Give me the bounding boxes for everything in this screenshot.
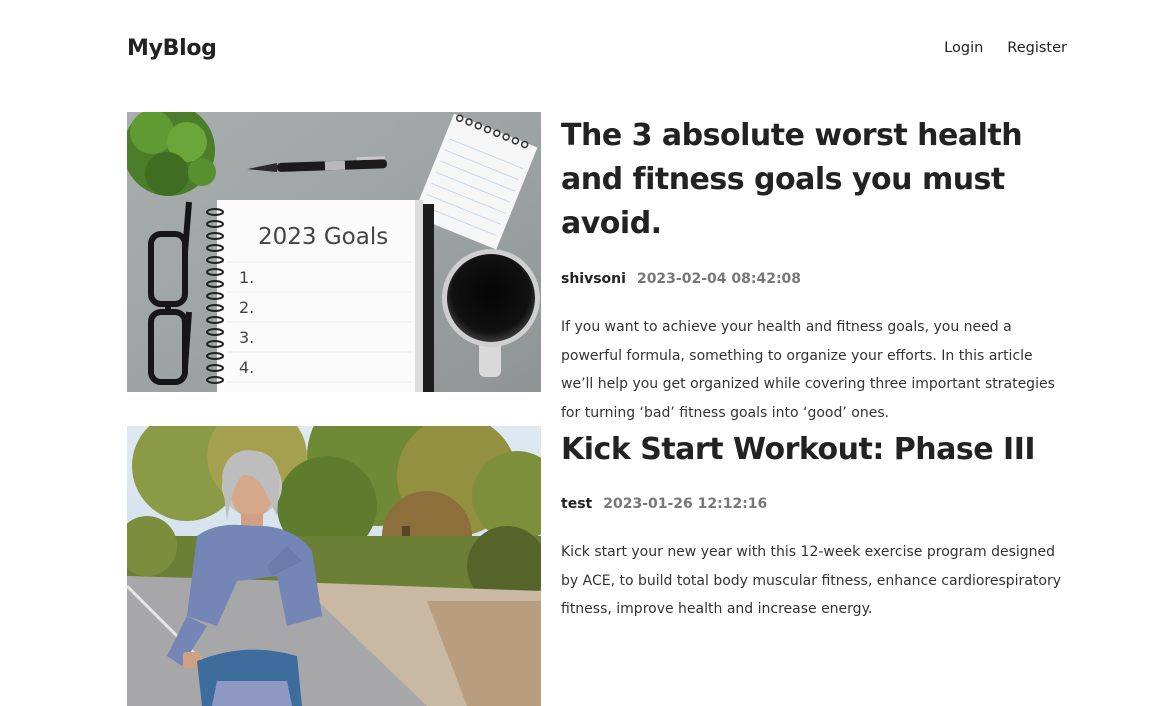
post-title[interactable]: Kick Start Workout: Phase III xyxy=(561,428,1067,472)
runner-photo-image xyxy=(127,426,541,706)
plant-shape xyxy=(127,112,216,196)
register-link[interactable]: Register xyxy=(1007,40,1067,56)
post-meta: test 2023-01-26 12:12:16 xyxy=(561,496,1067,512)
list-number: 2. xyxy=(239,298,254,317)
post-meta: shivsoni 2023-02-04 08:42:08 xyxy=(561,271,1067,287)
post-body: Kick Start Workout: Phase III test 2023-… xyxy=(561,426,1067,624)
post-thumbnail[interactable]: 2023 Goals 1. 2. 3. 4. xyxy=(127,112,541,392)
post-card: 2023 Goals 1. 2. 3. 4. The 3 absolute wo… xyxy=(127,112,1067,421)
post-card: Kick Start Workout: Phase III test 2023-… xyxy=(127,426,1067,706)
post-body: The 3 absolute worst health and fitness … xyxy=(561,112,1067,428)
post-date: 2023-02-04 08:42:08 xyxy=(636,271,802,287)
site-logo[interactable]: MyBlog xyxy=(127,36,217,61)
site-header: MyBlog Login Register xyxy=(127,30,1067,66)
post-author: test xyxy=(561,496,593,512)
post-excerpt: If you want to achieve your health and f… xyxy=(561,319,1055,422)
list-number: 1. xyxy=(239,268,254,287)
post-title[interactable]: The 3 absolute worst health and fitness … xyxy=(561,114,1067,246)
notebook-heading: 2023 Goals xyxy=(258,224,388,250)
login-link[interactable]: Login xyxy=(944,40,983,56)
goals-notebook-image: 2023 Goals 1. 2. 3. 4. xyxy=(127,112,541,392)
main-nav: Login Register xyxy=(944,40,1067,56)
list-number: 3. xyxy=(239,328,254,347)
post-date: 2023-01-26 12:12:16 xyxy=(603,496,768,512)
post-thumbnail[interactable] xyxy=(127,426,541,706)
post-excerpt: Kick start your new year with this 12-we… xyxy=(561,544,1061,618)
post-author: shivsoni xyxy=(561,271,626,287)
list-number: 4. xyxy=(239,358,254,377)
